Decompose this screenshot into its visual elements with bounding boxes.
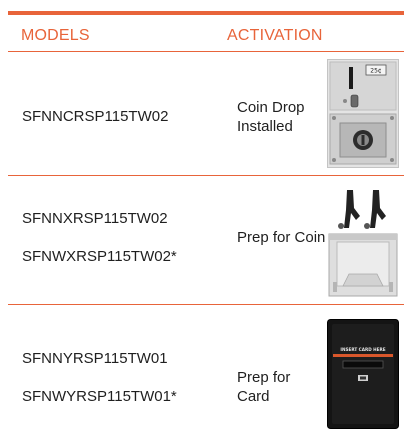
table-row: SFNNXRSP115TW02 SFNWXRSP115TW02* Prep fo… <box>8 176 404 305</box>
activation-type: Prep for Card <box>237 369 291 405</box>
model-number: SFNWXRSP115TW02* <box>22 248 177 265</box>
activation-column-header: ACTIVATION <box>227 27 323 44</box>
model-number: SFNNCRSP115TW02 <box>22 108 169 125</box>
model-activation-table: MODELS ACTIVATION SFNNCRSP115TW02 Coin D… <box>8 11 404 441</box>
coin-value-label: 25¢ <box>370 68 382 75</box>
model-number: SFNWYRSP115TW01* <box>22 388 177 405</box>
activation-type: Prep for Coin <box>237 229 326 246</box>
model-number: SFNNXRSP115TW02 <box>22 210 168 227</box>
card-reader-panel-icon: INSERT CARD HERE <box>327 319 399 429</box>
models-column-header: MODELS <box>21 27 90 44</box>
coin-prep-bracket-icon <box>327 182 399 298</box>
activation-type: Coin Drop Installed <box>237 99 305 135</box>
table-header: MODELS ACTIVATION <box>8 15 404 52</box>
model-number: SFNNYRSP115TW01 <box>22 350 168 367</box>
coin-drop-mechanism-icon: 25¢ <box>327 59 399 168</box>
card-panel-label: INSERT CARD HERE <box>340 347 385 352</box>
table-row: SFNNCRSP115TW02 Coin Drop Installed 25¢ <box>8 52 404 176</box>
table-row: SFNNYRSP115TW01 SFNWYRSP115TW01* Prep fo… <box>8 305 404 441</box>
